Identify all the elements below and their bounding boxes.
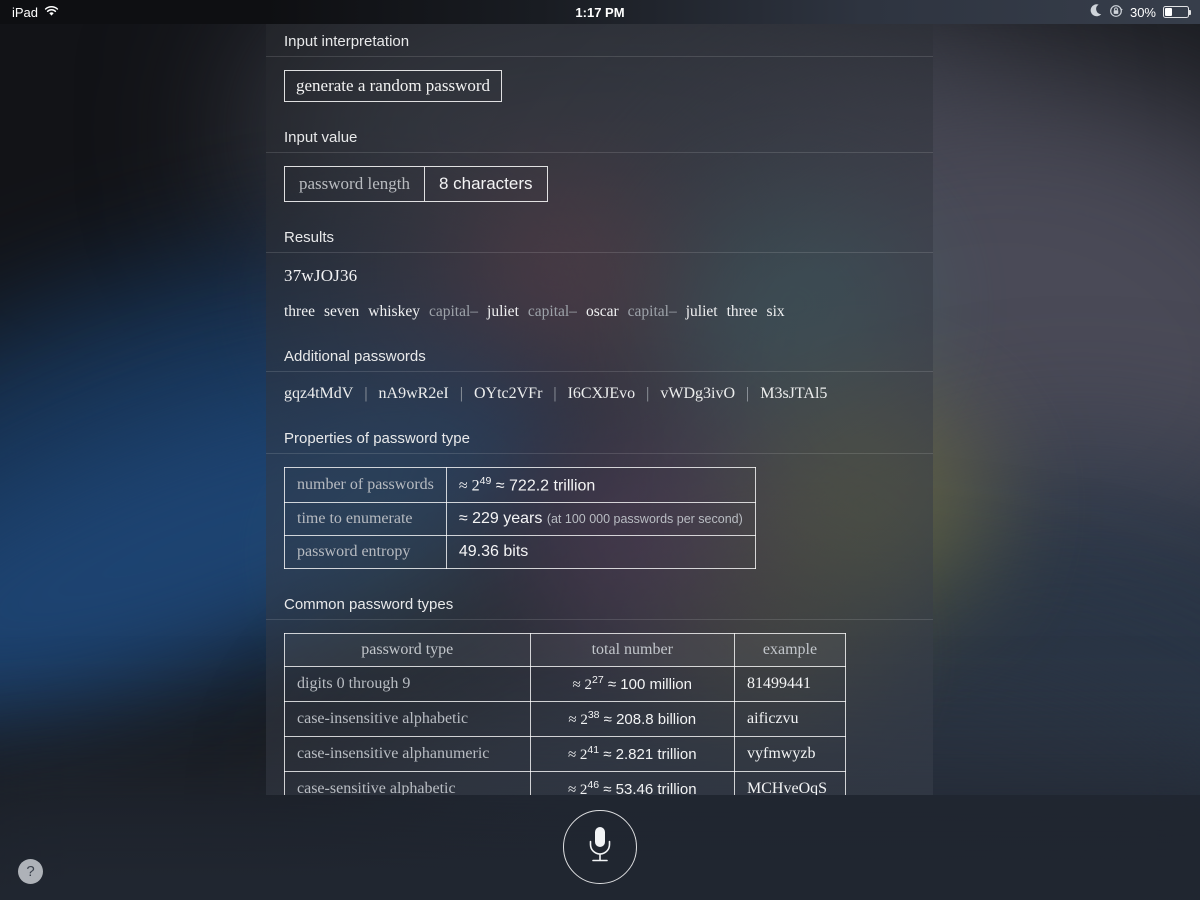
pod-title: Additional passwords xyxy=(266,339,933,372)
pod-body: generate a random password xyxy=(266,57,933,120)
phonetic-word: whiskey xyxy=(368,303,420,320)
phonetic-word: seven xyxy=(323,303,360,320)
password-type-cell: digits 0 through 9 xyxy=(284,666,531,703)
example-cell: aificzvu xyxy=(734,701,846,738)
phonetic-word: three xyxy=(284,303,315,320)
property-label: password entropy xyxy=(284,535,447,570)
phonetic-word: juliet xyxy=(685,303,718,320)
total-number-cell: ≈ 238 ≈ 208.8 billion xyxy=(529,701,736,738)
pod-title: Input value xyxy=(266,120,933,153)
phonetic-word: six xyxy=(766,303,785,320)
status-bar-clock: 1:17 PM xyxy=(575,4,625,20)
input-value-table: password length 8 characters xyxy=(284,166,548,202)
input-interpretation-value: generate a random password xyxy=(284,70,503,102)
total-number-cell: ≈ 246 ≈ 53.46 trillion xyxy=(529,771,736,795)
column-header: password type xyxy=(284,633,531,668)
pod-title: Common password types xyxy=(266,587,933,621)
example-cell: 81499441 xyxy=(734,666,846,703)
pod-body: number of passwords ≈ 249 ≈ 722.2 trillio… xyxy=(266,454,933,587)
phonetic-word: capital– xyxy=(627,303,677,320)
phonetic-word: capital– xyxy=(428,303,479,320)
column-header: total number xyxy=(529,633,736,668)
phonetic-word: oscar xyxy=(585,303,619,320)
microphone-icon xyxy=(584,824,616,871)
phonetic-word: juliet xyxy=(487,303,519,320)
pod-input-interpretation: Input interpretation generate a random p… xyxy=(266,24,933,120)
microphone-button[interactable] xyxy=(563,810,637,884)
generated-password: 37wJOJ36 xyxy=(284,266,358,285)
status-bar: iPad 1:17 PM 30% xyxy=(0,0,1200,24)
total-number-cell: ≈ 227 ≈ 100 million xyxy=(529,666,736,703)
example-cell: MCHveOqS xyxy=(734,771,846,795)
pod-properties-of-password-type: Properties of password type number of pa… xyxy=(266,421,933,587)
total-number-cell: ≈ 241 ≈ 2.821 trillion xyxy=(529,736,736,773)
additional-password: M3sJTAl5 xyxy=(760,385,828,402)
pod-results: Results 37wJOJ36 three seven whiskey capita… xyxy=(266,220,933,339)
wolfram-alpha-result-panel[interactable]: Input interpretation generate a random p… xyxy=(266,24,933,795)
help-button[interactable]: ? xyxy=(18,859,43,884)
table-header-row: password type total number example xyxy=(284,633,846,668)
pod-additional-passwords: Additional passwords gqz4tMdV | nA9wR2eI | O… xyxy=(266,339,933,421)
phonetic-word: capital– xyxy=(527,303,577,320)
pod-body: password type total number example digits 0… xyxy=(266,620,933,795)
password-separator: | xyxy=(364,385,368,402)
example-cell: vyfmwyzb xyxy=(734,736,846,773)
table-row: digits 0 through 9 ≈ 227 ≈ 100 million 814… xyxy=(284,666,846,703)
password-type-cell: case-insensitive alphanumeric xyxy=(284,736,531,773)
pod-title: Results xyxy=(266,220,933,253)
battery-icon xyxy=(1163,6,1191,18)
password-type-cell: case-sensitive alphabetic xyxy=(284,771,531,795)
table-row: password entropy 49.36 bits xyxy=(284,535,756,570)
property-value: 49.36 bits xyxy=(445,535,756,570)
column-header: example xyxy=(734,633,846,668)
pod-body: gqz4tMdV | nA9wR2eI | OYtc2VFr | I6CXJEvo | vWDg… xyxy=(266,372,933,421)
password-separator: | xyxy=(459,385,463,402)
pod-title: Properties of password type xyxy=(266,421,933,454)
input-value-value: 8 characters xyxy=(423,167,547,201)
password-separator: | xyxy=(746,385,750,402)
property-value: ≈ 249 ≈ 722.2 trillion xyxy=(445,466,756,504)
table-row: number of passwords ≈ 249 ≈ 722.2 trillio… xyxy=(284,466,756,504)
password-separator: | xyxy=(646,385,650,402)
properties-table: number of passwords ≈ 249 ≈ 722.2 trillio… xyxy=(284,466,756,570)
pod-title: Input interpretation xyxy=(266,24,933,57)
additional-password: I6CXJEvo xyxy=(567,385,636,402)
property-value: ≈ 229 years (at 100 000 passwords per se… xyxy=(445,502,756,537)
additional-password: nA9wR2eI xyxy=(378,385,449,402)
table-row: case-insensitive alphabetic ≈ 238 ≈ 208.8… xyxy=(284,701,846,738)
table-row: time to enumerate ≈ 229 years (at 100 000… xyxy=(284,502,756,537)
additional-password: OYtc2VFr xyxy=(473,385,543,402)
additional-passwords-list: gqz4tMdV | nA9wR2eI | OYtc2VFr | I6CXJEvo | vWDg… xyxy=(284,385,933,403)
pod-body: 37wJOJ36 three seven whiskey capital– juliet… xyxy=(266,253,933,339)
password-type-cell: case-insensitive alphabetic xyxy=(284,701,531,738)
additional-password: gqz4tMdV xyxy=(284,385,354,402)
pod-common-password-types: Common password types password type total… xyxy=(266,587,933,795)
pod-body: password length 8 characters xyxy=(266,153,933,220)
table-row: case-sensitive alphabetic ≈ 246 ≈ 53.46 t… xyxy=(284,771,846,795)
battery-fill xyxy=(1165,8,1172,16)
phonetic-word: three xyxy=(726,303,758,320)
common-password-types-table: password type total number example digits 0… xyxy=(284,633,846,795)
password-separator: | xyxy=(553,385,557,402)
property-label: number of passwords xyxy=(284,466,447,504)
table-row: case-insensitive alphanumeric ≈ 241 ≈ 2.8… xyxy=(284,736,846,773)
property-label: time to enumerate xyxy=(284,502,447,537)
input-value-label: password length xyxy=(299,174,410,193)
password-phonetic-spelling: three seven whiskey capital– juliet capital– o… xyxy=(284,303,933,321)
additional-password: vWDg3ivO xyxy=(660,385,736,402)
pod-input-value: Input value password length 8 characters xyxy=(266,120,933,220)
